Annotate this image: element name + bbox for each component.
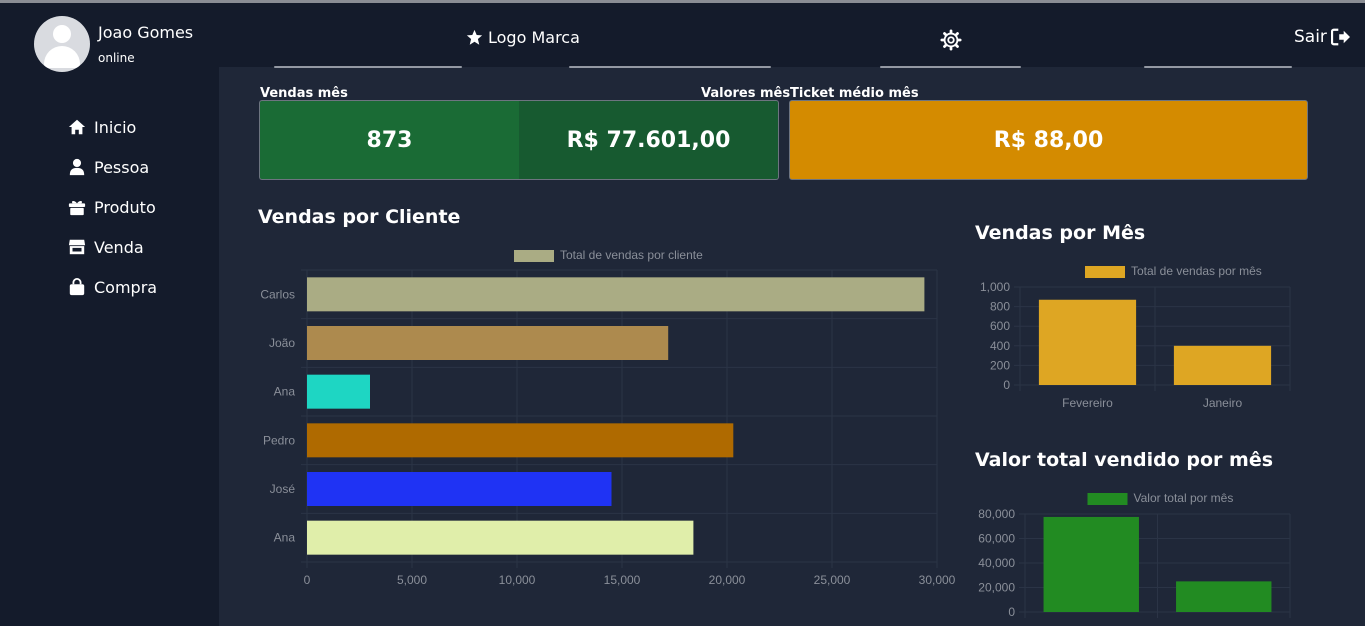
- x-tick-label: 5,000: [397, 573, 427, 587]
- x-tick-label: 0: [304, 573, 311, 587]
- avatar-body: [44, 46, 80, 68]
- legend-swatch: [514, 250, 554, 262]
- ticket-medio-label: Ticket médio mês: [790, 86, 919, 101]
- bar-josé: [307, 472, 612, 506]
- x-tick-label: 30,000: [919, 573, 956, 587]
- header-divider: [1144, 66, 1292, 68]
- sidebar-item-pessoa[interactable]: Pessoa: [68, 155, 149, 179]
- y-tick-label: 1,000: [980, 280, 1010, 294]
- brand-label: Logo Marca: [488, 28, 580, 47]
- y-tick-label: 0: [1003, 378, 1010, 392]
- sidebar-item-compra[interactable]: Compra: [68, 275, 157, 299]
- legend-swatch: [1087, 493, 1128, 505]
- user-name: Joao Gomes: [98, 23, 194, 42]
- y-tick-label: 600: [990, 319, 1010, 333]
- section-title-valor: Valor total vendido por mês: [975, 449, 1274, 471]
- bar-carlos: [307, 277, 925, 312]
- store-icon: [68, 239, 86, 255]
- sidebar-item-label: Produto: [94, 197, 156, 217]
- bar-fevereiro: [1038, 299, 1137, 385]
- y-tick-label: 0: [1008, 605, 1015, 619]
- header-divider: [880, 66, 1021, 68]
- bar-pedro: [307, 423, 734, 458]
- x-tick-label: Janeiro: [1203, 396, 1243, 410]
- valor-total-chart: 0 20,000 40,000 60,000 80,000 Valor total por…: [978, 491, 1291, 619]
- y-tick-label: José: [270, 482, 296, 496]
- bar-ana: [307, 374, 370, 409]
- x-tick-label: 20,000: [709, 573, 746, 587]
- ticket-medio-value: R$ 88,00: [789, 100, 1308, 180]
- user-icon: [69, 158, 85, 176]
- bar-janeiro: [1176, 581, 1272, 612]
- legend-label: Valor total por mês: [1134, 491, 1234, 505]
- x-tick-label: 15,000: [604, 573, 641, 587]
- sidebar-item-label: Pessoa: [94, 157, 150, 177]
- legend-label: Total de vendas por cliente: [560, 248, 703, 262]
- vendas-mes-chart: 0 200 400 600 800 1,000 Fevereiro Janeiro Total …: [980, 264, 1291, 410]
- sidebar-item-produto[interactable]: Produto: [68, 195, 156, 219]
- sidebar: [0, 3, 219, 626]
- bar-fevereiro: [1043, 516, 1139, 612]
- legend-label: Total de vendas por mês: [1131, 264, 1262, 278]
- user-status: online: [98, 51, 135, 65]
- bag-icon: [69, 278, 85, 296]
- y-tick-label: 800: [990, 300, 1010, 314]
- gift-icon: [68, 201, 86, 216]
- x-tick-label: Fevereiro: [1062, 396, 1113, 410]
- legend-swatch: [1085, 266, 1125, 278]
- avatar: [34, 16, 90, 72]
- y-tick-label: Carlos: [260, 287, 295, 301]
- sidebar-item-label: Inicio: [94, 117, 137, 137]
- y-tick-label: 200: [990, 358, 1010, 372]
- y-tick-label: Ana: [274, 531, 296, 545]
- logout-label: Sair: [1294, 27, 1327, 47]
- section-title-clientes: Vendas por Cliente: [258, 206, 461, 228]
- y-tick-label: 20,000: [978, 581, 1015, 595]
- y-tick-label: 40,000: [978, 556, 1015, 570]
- valores-mes-value: R$ 77.601,00: [519, 100, 779, 180]
- header-divider: [569, 66, 771, 68]
- home-icon: [68, 119, 86, 135]
- x-tick-label: 10,000: [499, 573, 536, 587]
- bar-ana: [307, 520, 694, 555]
- sign-out-icon: [1330, 28, 1350, 46]
- vendas-mes-label: Vendas mês: [260, 86, 348, 101]
- sidebar-item-inicio[interactable]: Inicio: [68, 115, 136, 139]
- y-tick-label: 80,000: [978, 507, 1015, 521]
- y-tick-label: 400: [990, 339, 1010, 353]
- y-tick-label: Pedro: [263, 433, 295, 447]
- y-tick-label: 60,000: [978, 532, 1015, 546]
- bar-joão: [307, 326, 669, 360]
- vendas-mes-value: 873: [259, 100, 519, 180]
- logout-button[interactable]: Sair: [1294, 27, 1351, 47]
- section-title-mes: Vendas por Mês: [975, 222, 1146, 244]
- clientes-bar-chart: 0 5,000 10,000 15,000 20,000 25,000 30,000 Carl…: [260, 248, 956, 587]
- avatar-head: [53, 25, 71, 43]
- star-icon: [466, 29, 483, 45]
- bar-janeiro: [1173, 345, 1272, 385]
- sidebar-item-label: Venda: [94, 237, 144, 257]
- sidebar-item-label: Compra: [94, 277, 158, 297]
- sidebar-item-venda[interactable]: Venda: [68, 235, 144, 259]
- y-tick-label: João: [269, 336, 295, 350]
- header-divider: [274, 66, 462, 68]
- x-tick-label: 25,000: [814, 573, 851, 587]
- y-tick-label: Ana: [274, 385, 296, 399]
- valores-mes-label: Valores mês: [701, 86, 791, 101]
- brand-logo[interactable]: Logo Marca: [466, 28, 580, 47]
- gear-icon[interactable]: [940, 29, 962, 51]
